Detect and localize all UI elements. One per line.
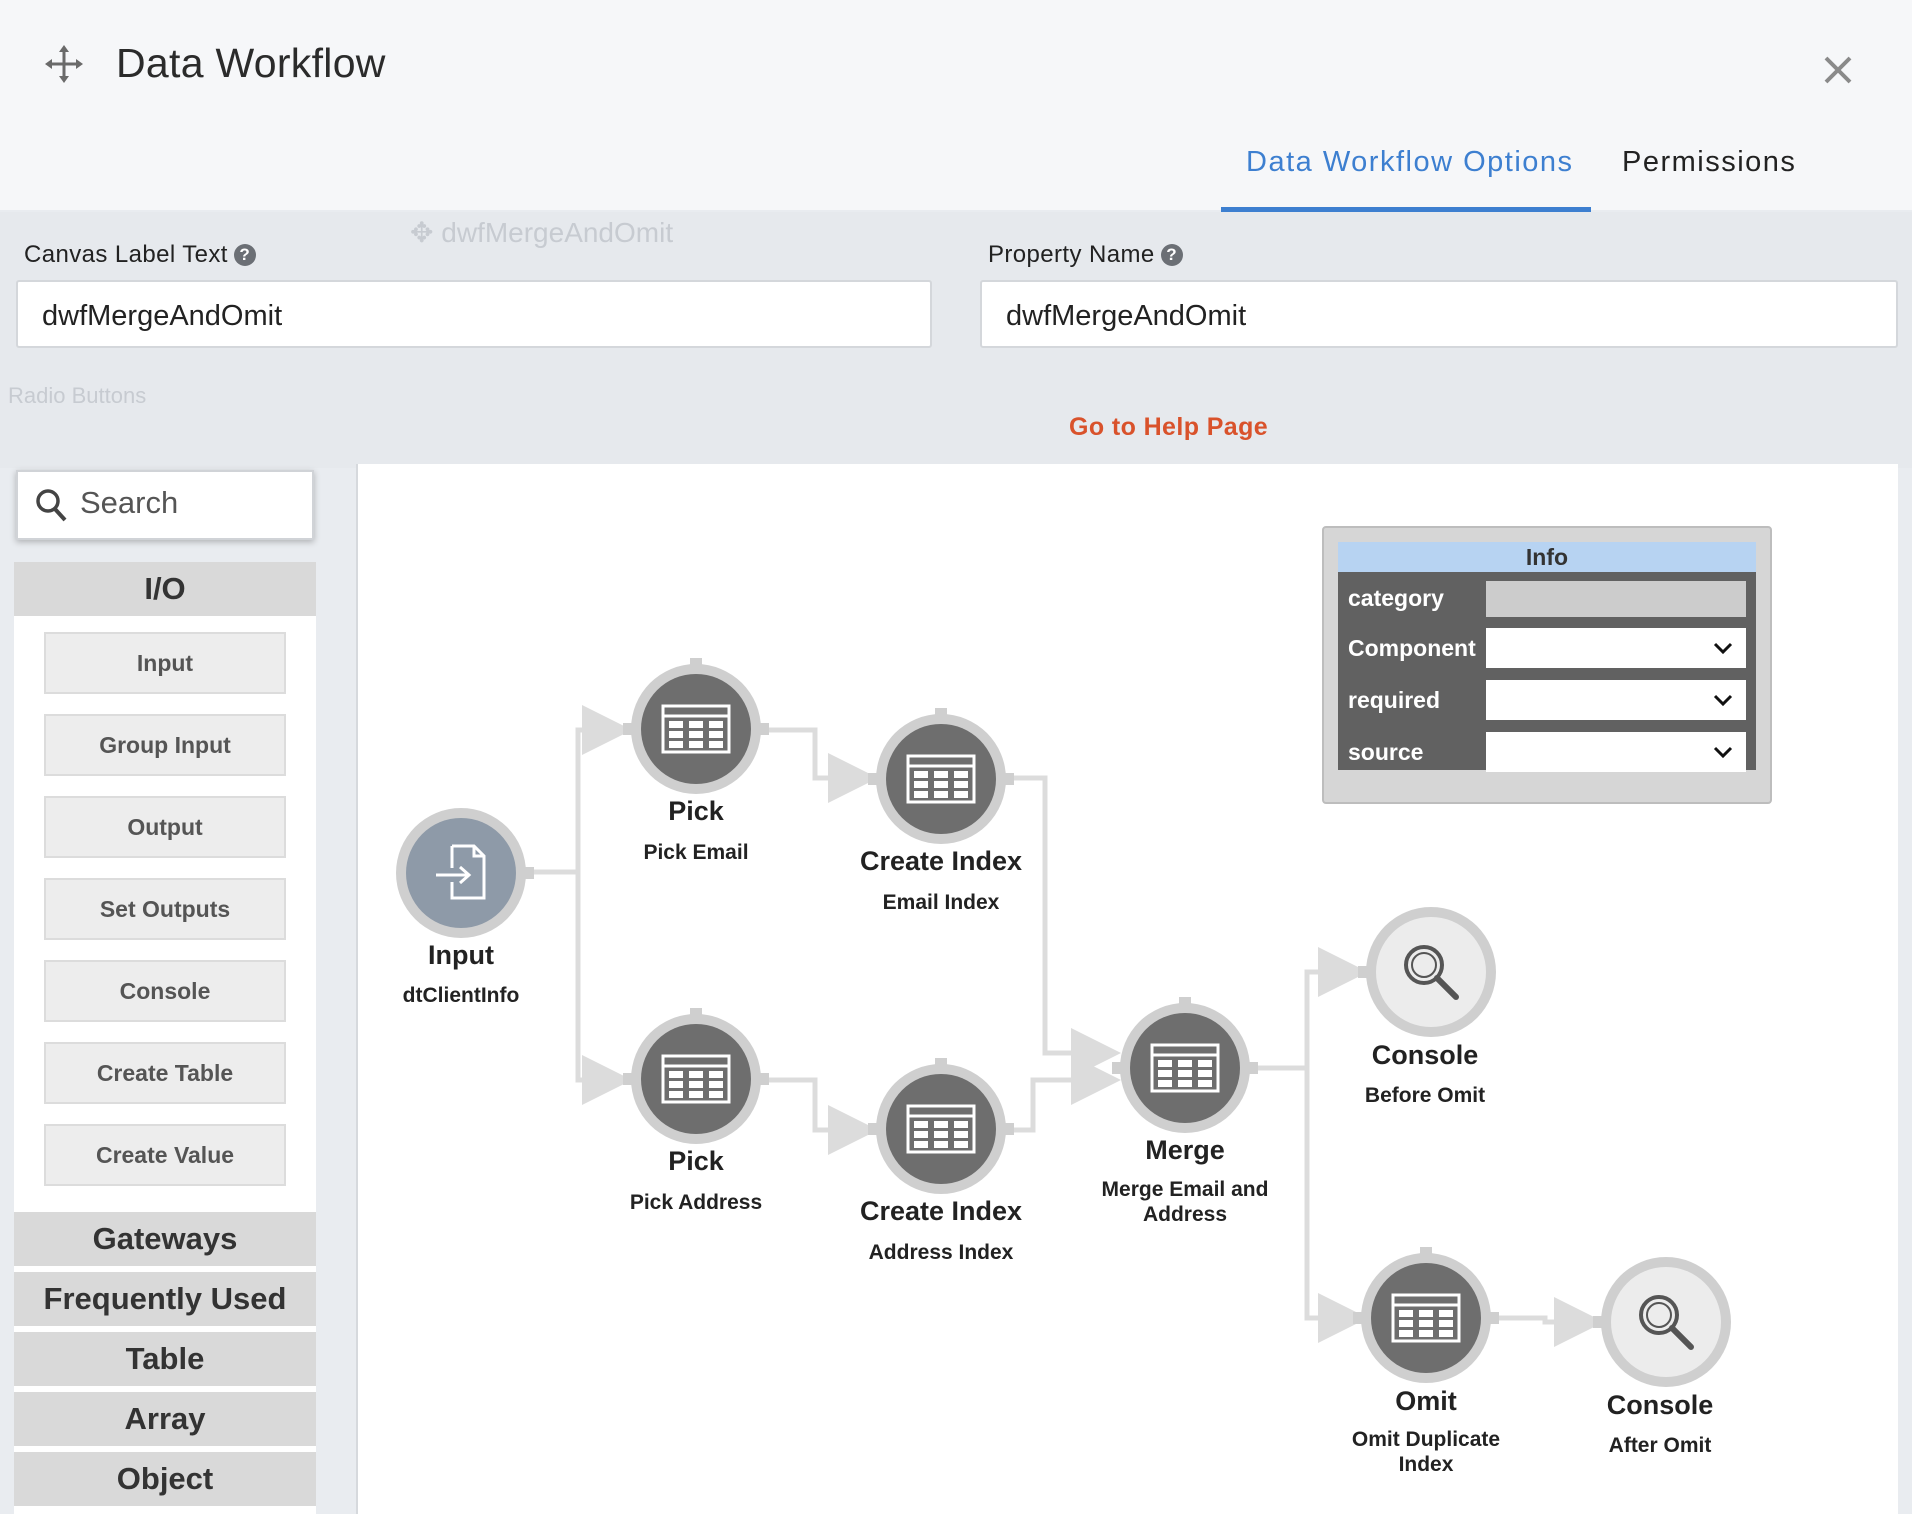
palette-item-set-outputs[interactable]: Set Outputs [44, 878, 286, 940]
help-icon[interactable]: ? [1160, 244, 1183, 266]
category-frequently-used[interactable]: Frequently Used [14, 1272, 316, 1326]
info-label-category: category [1348, 585, 1444, 611]
node-subtitle: Omit Duplicate Index [1351, 1428, 1501, 1476]
chevron-down-icon [1713, 642, 1733, 655]
edge-pick-address-create-index [762, 1077, 878, 1155]
info-required-select[interactable] [1486, 680, 1746, 720]
tab-data-workflow-options[interactable]: Data Workflow Options [1246, 146, 1574, 179]
info-source-select[interactable] [1486, 732, 1746, 772]
category-array[interactable]: Array [14, 1392, 316, 1446]
search-placeholder: Search [80, 485, 179, 520]
help-page-link[interactable]: Go to Help Page [1069, 413, 1268, 442]
edge-email-index-merge [1008, 775, 1121, 1078]
node-title: Create Index [859, 846, 1023, 876]
category-table[interactable]: Table [14, 1332, 316, 1386]
node-subtitle: dtClientInfo [402, 984, 520, 1007]
edge-omit-console-after [1498, 1297, 1604, 1347]
node-title: Pick [668, 796, 724, 826]
table-icon [661, 1054, 731, 1104]
edge-pick-email-create-index [762, 727, 878, 803]
node-subtitle: Email Index [882, 891, 1000, 914]
table-icon [906, 754, 976, 804]
node-subtitle: Merge Email and Address [1101, 1178, 1269, 1226]
node-subtitle: After Omit [1608, 1434, 1712, 1457]
background-ghost-title: ✥ dwfMergeAndOmit [410, 217, 674, 248]
node-title: Create Index [859, 1196, 1023, 1226]
modal-title: Data Workflow [116, 40, 386, 86]
chevron-down-icon [1713, 694, 1733, 707]
node-title: Merge [1145, 1135, 1225, 1165]
category-gateways[interactable]: Gateways [14, 1212, 316, 1266]
category-io[interactable]: I/O [14, 562, 316, 616]
info-label-component: Component [1348, 635, 1476, 661]
info-label-required: required [1348, 687, 1441, 713]
search-icon [36, 489, 67, 522]
node-title: Console [1371, 1040, 1479, 1070]
node-console-before-omit[interactable] [1358, 907, 1496, 1037]
canvas-label-text-label: Canvas Label Text? [24, 241, 256, 269]
info-label-source: source [1348, 739, 1424, 765]
info-component-select[interactable] [1486, 628, 1746, 668]
edge-input-pick-address [533, 869, 632, 1105]
tab-permissions[interactable]: Permissions [1622, 146, 1796, 179]
node-subtitle: Before Omit [1364, 1084, 1486, 1107]
magnifier-icon [1639, 1295, 1694, 1350]
table-icon [661, 704, 731, 754]
palette-item-input[interactable]: Input [44, 632, 286, 694]
table-icon [1150, 1043, 1220, 1093]
node-subtitle: Address Index [868, 1241, 1014, 1264]
node-title: Input [428, 940, 494, 970]
node-pick-email[interactable] [623, 658, 769, 794]
input-file-icon [436, 844, 486, 900]
category-object[interactable]: Object [14, 1452, 316, 1506]
magnifier-icon [1404, 945, 1459, 1000]
node-merge[interactable] [1112, 997, 1258, 1133]
palette-item-console[interactable]: Console [44, 960, 286, 1022]
palette-item-create-value[interactable]: Create Value [44, 1124, 286, 1186]
move-icon[interactable] [44, 44, 84, 84]
table-icon [1391, 1293, 1461, 1343]
node-create-email-index[interactable] [868, 708, 1014, 844]
close-icon[interactable] [1816, 48, 1860, 92]
palette-item-group-input[interactable]: Group Input [44, 714, 286, 776]
info-panel-title: Info [1338, 542, 1756, 572]
canvas-label-text-input[interactable]: dwfMergeAndOmit [16, 280, 932, 348]
node-omit[interactable] [1353, 1247, 1499, 1383]
edge-address-index-merge [1008, 1055, 1121, 1133]
node-title: Pick [668, 1146, 724, 1176]
info-category-field [1486, 581, 1746, 617]
background-ghost-radio: Radio Buttons [8, 383, 147, 408]
palette-item-output[interactable]: Output [44, 796, 286, 858]
node-console-after-omit[interactable] [1593, 1257, 1731, 1387]
node-create-address-index[interactable] [868, 1058, 1014, 1194]
property-name-label: Property Name? [988, 241, 1183, 269]
node-title: Console [1606, 1390, 1714, 1420]
node-input[interactable] [396, 808, 534, 938]
property-name-input[interactable]: dwfMergeAndOmit [980, 280, 1898, 348]
help-icon[interactable]: ? [233, 244, 256, 266]
node-pick-address[interactable] [623, 1008, 769, 1144]
table-icon [906, 1104, 976, 1154]
chevron-down-icon [1713, 746, 1733, 759]
palette-item-create-table[interactable]: Create Table [44, 1042, 286, 1104]
